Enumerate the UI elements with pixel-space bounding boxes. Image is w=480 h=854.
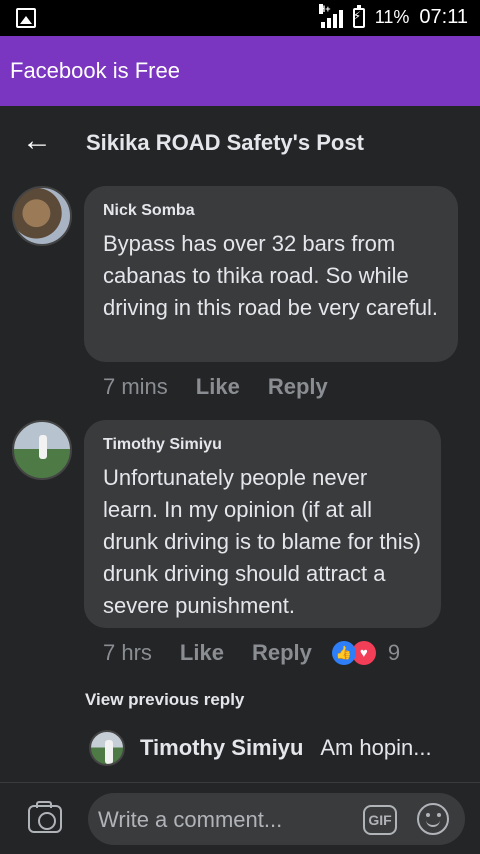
arrow-left-icon[interactable]: ←: [20, 126, 54, 156]
status-time: 07:11: [419, 6, 468, 28]
like-reaction-icon: 👍: [331, 641, 356, 665]
avatar[interactable]: [12, 420, 72, 480]
comment-bubble[interactable]: Nick Somba Bypass has over 32 bars from …: [84, 186, 458, 362]
comments-section: Nick Somba Bypass has over 32 bars from …: [0, 178, 480, 782]
avatar[interactable]: [12, 186, 72, 246]
reply-button[interactable]: Reply: [268, 374, 328, 400]
comment-meta: 7 mins Like Reply: [103, 374, 328, 400]
comment-input[interactable]: Write a comment... GIF: [88, 793, 465, 845]
reply-preview[interactable]: Timothy Simiyu Am hopin...: [140, 735, 432, 761]
like-button[interactable]: Like: [180, 640, 224, 666]
reply-author[interactable]: Timothy Simiyu: [140, 735, 303, 760]
comment-time: 7 hrs: [103, 640, 152, 665]
view-previous-reply[interactable]: View previous reply: [85, 690, 244, 710]
camera-icon[interactable]: [28, 801, 62, 833]
network-type-label: H+: [318, 3, 331, 14]
reactions[interactable]: 👍 ♥: [331, 640, 378, 666]
comment-composer: Write a comment... GIF: [0, 782, 480, 854]
gif-icon[interactable]: GIF: [363, 805, 397, 835]
signal-icon: H+: [318, 3, 343, 28]
comment-text: Bypass has over 32 bars from cabanas to …: [103, 231, 439, 320]
reaction-count: 9: [387, 640, 401, 665]
comment-meta: 7 hrs Like Reply 👍 ♥ 9: [103, 640, 400, 666]
reply-avatar[interactable]: [89, 730, 125, 766]
app-header: Facebook is Free: [0, 36, 480, 106]
status-right: H+ 11% 07:11: [318, 3, 468, 29]
comment-bubble[interactable]: Timothy Simiyu Unfortunately people neve…: [84, 420, 441, 628]
battery-percent: 11%: [374, 7, 410, 27]
post-header: ← Sikika ROAD Safety's Post: [0, 106, 480, 178]
status-bar: H+ 11% 07:11: [0, 0, 480, 36]
comment-author[interactable]: Nick Somba: [103, 202, 195, 220]
reply-text: Am hopin...: [320, 735, 432, 760]
battery-icon: [352, 4, 365, 28]
reply-button[interactable]: Reply: [252, 640, 312, 666]
comment-time: 7 mins: [103, 374, 168, 399]
comment-input-placeholder[interactable]: Write a comment...: [98, 807, 282, 833]
comment-author[interactable]: Timothy Simiyu: [103, 436, 222, 454]
app-header-title: Facebook is Free: [10, 58, 180, 83]
emoji-icon[interactable]: [417, 803, 449, 835]
post-title: Sikika ROAD Safety's Post: [86, 130, 364, 155]
comment-text: Unfortunately people never learn. In my …: [103, 465, 421, 618]
like-button[interactable]: Like: [196, 374, 240, 400]
image-icon: [16, 8, 36, 28]
